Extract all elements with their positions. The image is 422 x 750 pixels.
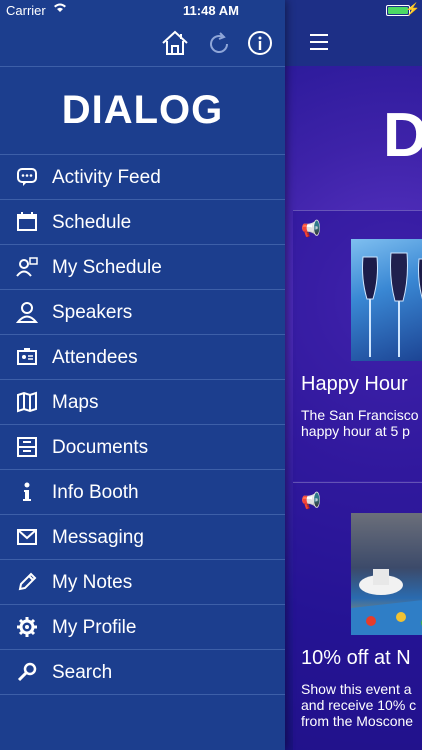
info-icon (16, 481, 38, 503)
info-circle-icon[interactable] (247, 30, 273, 61)
megaphone-icon: 📢 (301, 221, 321, 238)
gear-icon (16, 616, 38, 638)
card-desc-line: The San Francisco (301, 407, 419, 423)
card-desc-line: and receive 10% c (301, 697, 417, 713)
card-desc-line: from the Moscone (301, 713, 414, 729)
map-icon (16, 391, 38, 413)
card-desc-line: Show this event a (301, 681, 412, 697)
main-content: D 📢 Happy Hour The San Francisco happy h… (285, 0, 422, 750)
sidebar-item-label: Schedule (52, 212, 132, 233)
header-logo: D (383, 101, 422, 170)
person-calendar-icon (16, 256, 38, 278)
brand-logo: DIALOG (61, 88, 224, 132)
sidebar-item-activity-feed[interactable]: Activity Feed (0, 154, 285, 199)
megaphone-icon: 📢 (301, 493, 321, 510)
sidebar-item-label: Activity Feed (52, 167, 161, 188)
sidebar-item-label: My Schedule (52, 257, 162, 278)
sidebar-item-my-profile[interactable]: My Profile (0, 604, 285, 649)
sidebar-item-my-schedule[interactable]: My Schedule (0, 244, 285, 289)
refresh-icon[interactable] (207, 32, 231, 61)
restaurant-table-image (351, 513, 422, 635)
sidebar-item-label: My Notes (52, 572, 133, 593)
sidebar-item-attendees[interactable]: Attendees (0, 334, 285, 379)
card-title: 10% off at N (301, 647, 411, 669)
status-bar: Carrier 11:48 AM ⚡ (0, 0, 422, 22)
sidebar-item-documents[interactable]: Documents (0, 424, 285, 469)
speaker-person-icon (15, 301, 39, 323)
chat-bubble-icon (16, 166, 38, 188)
sidebar-item-label: Messaging (52, 527, 144, 548)
sidebar-item-schedule[interactable]: Schedule (0, 199, 285, 244)
feed-card[interactable]: 📢 Happy Hour The San Francisco happy hou… (293, 210, 422, 481)
sidebar-item-label: Maps (52, 392, 99, 413)
sidebar-item-label: Search (52, 662, 113, 683)
sidebar-item-speakers[interactable]: Speakers (0, 289, 285, 334)
sidebar-item-label: Info Booth (52, 482, 139, 503)
card-title: Happy Hour (301, 373, 408, 395)
sidebar-item-info-booth[interactable]: Info Booth (0, 469, 285, 514)
sidebar-item-search[interactable]: Search (0, 649, 285, 695)
sidebar-item-maps[interactable]: Maps (0, 379, 285, 424)
sidebar-toolbar (0, 22, 285, 67)
home-icon[interactable] (160, 30, 190, 61)
sidebar-item-messaging[interactable]: Messaging (0, 514, 285, 559)
clock: 11:48 AM (183, 3, 239, 18)
pencil-icon (16, 571, 38, 593)
wine-glasses-image (351, 239, 422, 361)
envelope-icon (16, 526, 38, 548)
sidebar-item-label: Attendees (52, 347, 138, 368)
sidebar-item-label: My Profile (52, 617, 137, 638)
charging-icon: ⚡ (405, 2, 420, 16)
id-card-icon (16, 346, 38, 368)
document-box-icon (16, 436, 38, 458)
card-desc-line: happy hour at 5 p (301, 423, 410, 439)
menu-icon[interactable] (310, 34, 328, 55)
feed-card[interactable]: 📢 10% off at N Show this event a and rec… (293, 482, 422, 750)
sidebar-item-label: Speakers (52, 302, 133, 323)
sidebar-menu: Activity Feed Schedule My Schedule Speak… (0, 154, 285, 695)
sidebar: DIALOG Activity Feed Schedule My Schedul… (0, 0, 285, 750)
sidebar-item-my-notes[interactable]: My Notes (0, 559, 285, 604)
calendar-icon (16, 211, 38, 233)
sidebar-item-label: Documents (52, 437, 149, 458)
search-icon (16, 661, 38, 683)
